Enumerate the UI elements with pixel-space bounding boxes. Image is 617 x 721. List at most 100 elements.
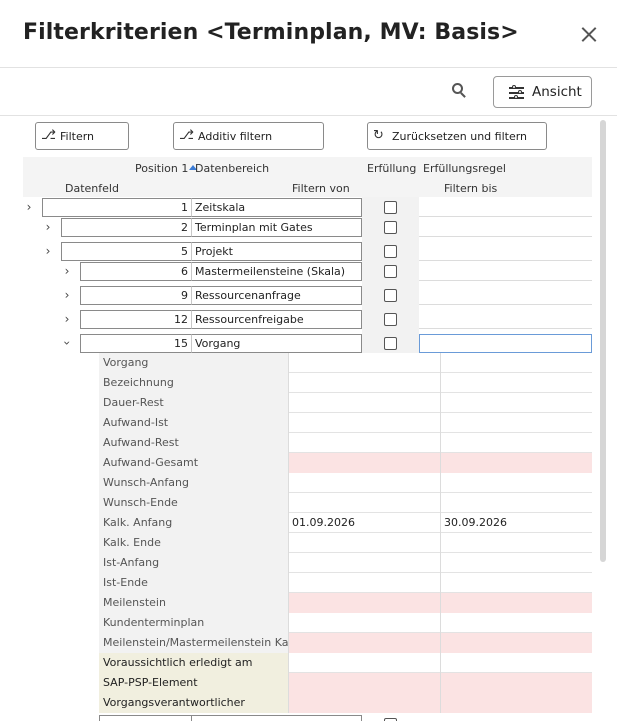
column-header-datenfeld[interactable]: Datenfeld bbox=[65, 182, 119, 195]
chevron-right-icon[interactable]: › bbox=[61, 289, 73, 301]
view-button-label: Ansicht bbox=[532, 84, 582, 100]
tree-row-expanded[interactable]: › 15 Vorgang bbox=[0, 333, 592, 353]
divider bbox=[0, 115, 617, 116]
rule-cell[interactable] bbox=[419, 286, 592, 305]
reset-filter-button[interactable]: ↻ Zurücksetzen und filtern bbox=[367, 122, 547, 150]
column-header-erfuellungsregel[interactable]: Erfüllungsregel bbox=[423, 162, 506, 175]
rule-cell[interactable] bbox=[419, 262, 592, 281]
fulfillment-checkbox[interactable] bbox=[384, 201, 397, 214]
filter-to-input[interactable] bbox=[441, 613, 592, 633]
filter-from-input[interactable] bbox=[289, 533, 441, 553]
chevron-right-icon[interactable]: › bbox=[42, 221, 54, 233]
field-row: Meilenstein bbox=[99, 593, 592, 613]
filter-from-input[interactable] bbox=[289, 573, 441, 593]
fulfillment-checkbox[interactable] bbox=[384, 265, 397, 278]
field-row: Aufwand-Rest bbox=[99, 433, 592, 453]
chevron-right-icon[interactable]: › bbox=[42, 245, 54, 257]
filter-from-input[interactable] bbox=[289, 633, 441, 653]
rule-cell[interactable] bbox=[419, 334, 592, 353]
view-button[interactable]: Ansicht bbox=[493, 76, 592, 108]
rule-cell[interactable] bbox=[419, 218, 592, 237]
tree-row[interactable]: › 2 Terminplan mit Gates bbox=[0, 217, 592, 237]
close-icon[interactable] bbox=[578, 24, 600, 46]
filter-button[interactable]: ⎇ Filtern bbox=[35, 122, 129, 150]
filter-from-input[interactable] bbox=[289, 393, 441, 413]
filter-from-input[interactable] bbox=[289, 593, 441, 613]
position-cell: 1 bbox=[42, 198, 191, 217]
fulfillment-checkbox[interactable] bbox=[384, 221, 397, 234]
field-row: Ist-Anfang bbox=[99, 553, 592, 573]
filter-to-input[interactable] bbox=[441, 673, 592, 693]
filter-to-input[interactable] bbox=[441, 693, 592, 713]
rule-cell[interactable] bbox=[419, 242, 592, 261]
column-header-filtern-von[interactable]: Filtern von bbox=[292, 182, 350, 195]
filter-to-input[interactable] bbox=[441, 413, 592, 433]
column-header-erfuellung[interactable]: Erfüllung bbox=[367, 162, 416, 175]
chevron-right-icon[interactable]: › bbox=[23, 201, 35, 213]
filter-to-input[interactable] bbox=[441, 493, 592, 513]
chevron-down-icon[interactable]: › bbox=[60, 337, 74, 349]
filter-to-input[interactable] bbox=[441, 573, 592, 593]
filter-to-input[interactable] bbox=[441, 593, 592, 613]
fulfillment-checkbox[interactable] bbox=[384, 245, 397, 258]
filter-to-input[interactable] bbox=[441, 453, 592, 473]
filter-from-input[interactable] bbox=[289, 473, 441, 493]
rule-cell[interactable] bbox=[419, 310, 592, 329]
tree-row[interactable] bbox=[0, 713, 592, 721]
filter-from-input[interactable] bbox=[289, 693, 441, 713]
field-filter-table: Vorgang Bezeichnung Dauer-Rest Aufwand-Ist A… bbox=[99, 353, 592, 713]
filter-to-input[interactable]: 30.09.2026 bbox=[441, 513, 592, 533]
rule-cell[interactable] bbox=[419, 198, 592, 217]
field-row: Aufwand-Ist bbox=[99, 413, 592, 433]
filter-to-input[interactable] bbox=[441, 373, 592, 393]
column-header-position[interactable]: Position 1 bbox=[135, 162, 198, 175]
tree-row[interactable]: › 6 Mastermeilensteine (Skala) bbox=[0, 261, 592, 281]
field-name: Meilenstein/Mastermeilenstein Kalk... bbox=[99, 633, 289, 653]
filter-from-input[interactable] bbox=[289, 493, 441, 513]
field-row: Bezeichnung bbox=[99, 373, 592, 393]
filter-from-input[interactable] bbox=[289, 373, 441, 393]
fulfillment-checkbox[interactable] bbox=[384, 313, 397, 326]
field-row: Kundenterminplan bbox=[99, 613, 592, 633]
tree-row[interactable]: › 9 Ressourcenanfrage bbox=[0, 285, 592, 305]
tree-row[interactable]: › 1 Zeitskala bbox=[0, 197, 592, 217]
chevron-right-icon[interactable]: › bbox=[61, 265, 73, 277]
filter-from-input[interactable] bbox=[289, 613, 441, 633]
field-name: Wunsch-Ende bbox=[99, 493, 289, 513]
fulfillment-checkbox[interactable] bbox=[384, 337, 397, 350]
filter-from-input[interactable]: 01.09.2026 bbox=[289, 513, 441, 533]
column-header-datenbereich[interactable]: Datenbereich bbox=[195, 162, 269, 175]
field-name: Kundenterminplan bbox=[99, 613, 289, 633]
chevron-right-icon[interactable]: › bbox=[61, 313, 73, 325]
filter-to-input[interactable] bbox=[441, 353, 592, 373]
sliders-icon bbox=[509, 85, 525, 99]
field-row: Vorgangsverantwortlicher bbox=[99, 693, 592, 713]
scrollbar-thumb[interactable] bbox=[600, 120, 606, 562]
filter-from-input[interactable] bbox=[289, 353, 441, 373]
fulfillment-checkbox[interactable] bbox=[384, 289, 397, 302]
filter-to-input[interactable] bbox=[441, 533, 592, 553]
column-header-filtern-bis[interactable]: Filtern bis bbox=[444, 182, 497, 195]
additive-filter-button[interactable]: ⎇ Additiv filtern bbox=[173, 122, 324, 150]
filter-to-input[interactable] bbox=[441, 433, 592, 453]
tree-row[interactable]: › 12 Ressourcenfreigabe bbox=[0, 309, 592, 329]
filter-from-input[interactable] bbox=[289, 453, 441, 473]
filter-from-input[interactable] bbox=[289, 653, 441, 673]
filter-from-input[interactable] bbox=[289, 433, 441, 453]
filter-to-input[interactable] bbox=[441, 553, 592, 573]
field-row: Dauer-Rest bbox=[99, 393, 592, 413]
filter-to-input[interactable] bbox=[441, 473, 592, 493]
filter-from-input[interactable] bbox=[289, 413, 441, 433]
field-name: Meilenstein bbox=[99, 593, 289, 613]
filter-to-input[interactable] bbox=[441, 653, 592, 673]
additive-filter-button-label: Additiv filtern bbox=[198, 130, 273, 143]
filter-to-input[interactable] bbox=[441, 393, 592, 413]
filter-from-input[interactable] bbox=[289, 673, 441, 693]
tree-row[interactable]: › 5 Projekt bbox=[0, 241, 592, 261]
search-icon[interactable] bbox=[452, 83, 468, 99]
position-cell: 5 bbox=[61, 242, 191, 261]
filter-from-input[interactable] bbox=[289, 553, 441, 573]
datenbereich-cell: Projekt bbox=[191, 242, 362, 261]
datenbereich-cell: Terminplan mit Gates bbox=[191, 218, 362, 237]
filter-to-input[interactable] bbox=[441, 633, 592, 653]
